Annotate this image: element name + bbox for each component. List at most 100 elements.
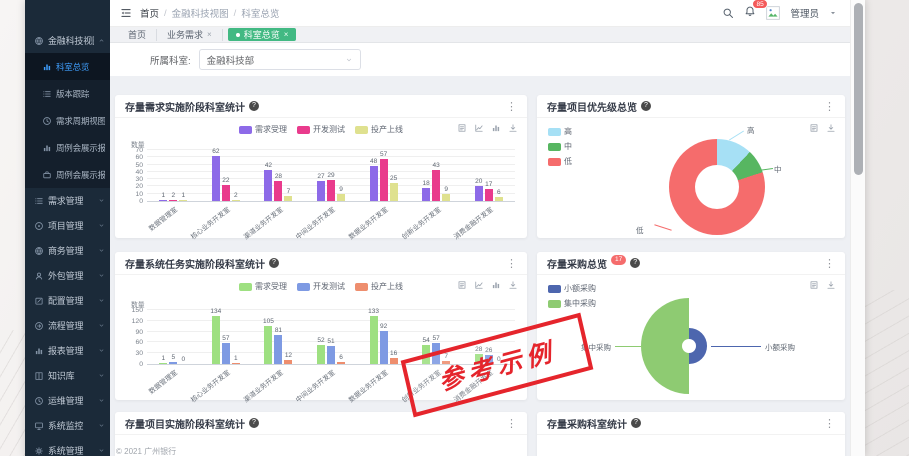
line-chart-icon[interactable] — [474, 280, 484, 290]
kebab-menu-icon[interactable]: ⋮ — [506, 100, 517, 113]
bar-chart-icon[interactable] — [491, 123, 501, 133]
tab-business-demand[interactable]: 业务需求× — [157, 29, 223, 41]
data-view-icon[interactable] — [457, 280, 467, 290]
sidebar-item-label: 项目管理 — [48, 219, 94, 232]
breadcrumb-section[interactable]: 金融科技视图 — [172, 6, 229, 20]
department-select[interactable]: 金融科技部 — [199, 49, 361, 70]
chart-icon — [42, 143, 52, 153]
x-axis-label: 数据业务开发室 — [346, 367, 390, 404]
legend-item[interactable]: 需求受理 — [239, 124, 287, 135]
download-icon[interactable] — [826, 280, 836, 290]
line-chart-icon[interactable] — [474, 123, 484, 133]
bar-value-label: 17 — [485, 181, 492, 188]
legend-item[interactable]: 投产上线 — [355, 124, 403, 135]
help-icon[interactable]: ? — [249, 101, 259, 111]
slice-label-low: 低 — [636, 225, 644, 236]
tab-dept-overview[interactable]: 科室总览× — [228, 28, 297, 41]
y-axis: 0306090120150 — [125, 311, 147, 365]
search-icon[interactable] — [722, 7, 734, 19]
sidebar-item-system-monitoring[interactable]: 系统监控 — [25, 413, 110, 438]
bar-chart-icon[interactable] — [491, 280, 501, 290]
x-axis-label: 数据业务开发室 — [346, 204, 390, 241]
help-icon[interactable]: ? — [249, 418, 259, 428]
sidebar-item-outsourcing-management[interactable]: 外包管理 — [25, 263, 110, 288]
help-icon[interactable]: ? — [641, 101, 651, 111]
bar-group: 485725数据业务开发室 — [357, 151, 410, 201]
x-axis-label: 消费金融开发室 — [451, 204, 495, 241]
sidebar-item-report-management[interactable]: 报表管理 — [25, 338, 110, 363]
download-icon[interactable] — [508, 280, 518, 290]
x-axis-label: 中间业务开发室 — [294, 204, 338, 241]
kebab-menu-icon[interactable]: ⋮ — [824, 100, 835, 113]
legend-item[interactable]: 集中采购 — [548, 298, 596, 309]
sidebar-item-label: 外包管理 — [48, 269, 94, 282]
bar: 2 — [169, 200, 177, 202]
legend-item[interactable]: 高 — [548, 126, 572, 137]
data-view-icon[interactable] — [809, 123, 819, 133]
download-icon[interactable] — [508, 123, 518, 133]
scrollbar-thumb[interactable] — [854, 3, 863, 175]
legend-item[interactable]: 小额采购 — [548, 283, 596, 294]
bar-value-label: 9 — [339, 186, 343, 193]
sidebar-item-system-management[interactable]: 系统管理 — [25, 438, 110, 456]
sidebar-item-weekly-report-project[interactable]: 周例会展示报表-项目 — [25, 134, 110, 161]
notifications-button[interactable]: 85 — [744, 4, 756, 22]
legend-swatch — [297, 283, 310, 291]
globe-icon — [34, 246, 44, 256]
legend-label: 开发测试 — [313, 281, 345, 292]
sidebar-item-operations-management[interactable]: 运维管理 — [25, 388, 110, 413]
legend-item[interactable]: 低 — [548, 156, 572, 167]
legend-swatch — [239, 126, 252, 134]
help-icon[interactable]: ? — [630, 258, 640, 268]
bar-value-label: 27 — [317, 173, 324, 180]
data-view-icon[interactable] — [457, 123, 467, 133]
y-axis-tick: 10 — [135, 191, 143, 198]
help-icon[interactable]: ? — [269, 258, 279, 268]
sidebar-item-knowledge-base[interactable]: 知识库 — [25, 363, 110, 388]
sidebar-item-fintech-view[interactable]: 金融科技视图 — [25, 28, 110, 53]
legend-item[interactable]: 开发测试 — [297, 124, 345, 135]
sidebar-item-demand-cycle-view[interactable]: 需求周期视图 — [25, 107, 110, 134]
kebab-menu-icon[interactable]: ⋮ — [824, 257, 835, 270]
close-tab-icon[interactable]: × — [207, 30, 212, 39]
tab-home[interactable]: 首页 — [118, 29, 157, 41]
sidebar-item-demand-management[interactable]: 需求管理 — [25, 188, 110, 213]
legend-item[interactable]: 投产上线 — [355, 281, 403, 292]
sidebar-item-business-management[interactable]: 商务管理 — [25, 238, 110, 263]
avatar[interactable] — [766, 6, 780, 20]
sidebar-item-label: 版本跟踪 — [56, 88, 105, 100]
sidebar-item-config-management[interactable]: 配置管理 — [25, 288, 110, 313]
sidebar-item-version-tracking[interactable]: 版本跟踪 — [25, 80, 110, 107]
legend-label: 需求受理 — [255, 124, 287, 135]
sidebar-item-dept-overview[interactable]: 科室总览 — [25, 53, 110, 80]
chart-legend: 小额采购集中采购 — [548, 283, 596, 309]
data-view-icon[interactable] — [809, 280, 819, 290]
kebab-menu-icon[interactable]: ⋮ — [824, 417, 835, 430]
download-icon[interactable] — [826, 123, 836, 133]
breadcrumb-home[interactable]: 首页 — [140, 6, 159, 20]
bar: 6 — [337, 362, 345, 364]
username[interactable]: 管理员 — [790, 6, 819, 20]
help-icon[interactable]: ? — [631, 418, 641, 428]
close-tab-icon[interactable]: × — [284, 30, 289, 39]
y-axis-tick: 120 — [132, 318, 143, 325]
bar-value-label: 42 — [265, 162, 272, 169]
chevron-down-icon — [98, 222, 105, 229]
legend-item[interactable]: 开发测试 — [297, 281, 345, 292]
bar-value-label: 57 — [380, 151, 387, 158]
collapse-menu-icon[interactable] — [120, 7, 132, 19]
kebab-menu-icon[interactable]: ⋮ — [506, 257, 517, 270]
bar-value-label: 62 — [212, 148, 219, 155]
sidebar-item-project-management[interactable]: 项目管理 — [25, 213, 110, 238]
legend-item[interactable]: 中 — [548, 141, 572, 152]
y-axis-tick: 0 — [139, 361, 143, 368]
kebab-menu-icon[interactable]: ⋮ — [506, 417, 517, 430]
monitor-icon — [34, 421, 44, 431]
legend-label: 需求受理 — [255, 281, 287, 292]
card-title: 存量采购总览 — [547, 256, 607, 271]
caret-down-icon[interactable] — [829, 9, 837, 17]
sidebar-item-weekly-report-procurement[interactable]: 周例会展示报表-采购 — [25, 161, 110, 188]
legend-item[interactable]: 需求受理 — [239, 281, 287, 292]
chart-icon — [34, 346, 44, 356]
sidebar-item-process-management[interactable]: 流程管理 — [25, 313, 110, 338]
